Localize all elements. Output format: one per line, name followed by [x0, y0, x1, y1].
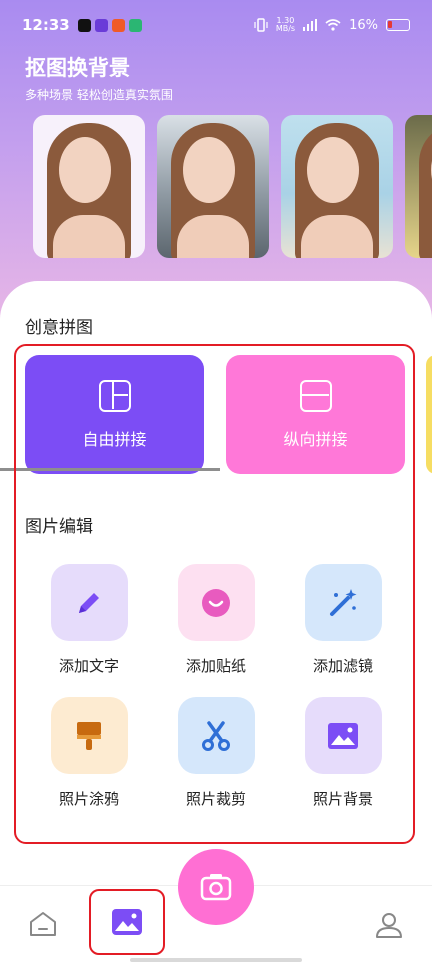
camera-button[interactable]	[178, 849, 254, 925]
collage-card-peek[interactable]	[426, 355, 432, 474]
battery-percent: 16%	[349, 17, 378, 33]
hero-title: 抠图换背景	[25, 56, 130, 80]
app-icon	[128, 18, 142, 32]
camera-icon	[200, 874, 232, 901]
nav-gallery[interactable]	[89, 889, 165, 955]
nav-home[interactable]	[28, 910, 58, 942]
network-speed: 1.30 MB/s	[275, 16, 296, 33]
collage-section-title: 创意拼图	[25, 318, 93, 338]
vibrate-icon	[254, 18, 268, 32]
wifi-icon	[325, 19, 341, 31]
battery-icon	[386, 19, 410, 31]
home-indicator	[130, 958, 302, 962]
background-sample-carousel[interactable]	[33, 115, 432, 258]
sample-thumbnail[interactable]	[33, 115, 145, 258]
gallery-icon	[112, 909, 142, 935]
home-icon	[30, 912, 56, 936]
status-time: 12:33	[22, 16, 70, 34]
app-icon	[111, 18, 125, 32]
cellular-icon	[303, 19, 318, 31]
app-icon	[94, 18, 108, 32]
hero-subtitle: 多种场景 轻松创造真实氛围	[25, 88, 173, 102]
sample-thumbnail[interactable]	[157, 115, 269, 258]
tiktok-icon	[77, 18, 91, 32]
sample-thumbnail[interactable]	[405, 115, 432, 258]
status-indicators: 1.30 MB/s 16%	[254, 17, 410, 33]
highlight-annotation	[14, 344, 415, 844]
notification-icons	[77, 18, 142, 32]
status-bar: 12:33 1.30 MB/s 16%	[0, 0, 432, 50]
sample-thumbnail[interactable]	[281, 115, 393, 258]
nav-profile[interactable]	[374, 910, 404, 944]
user-icon	[376, 913, 402, 938]
